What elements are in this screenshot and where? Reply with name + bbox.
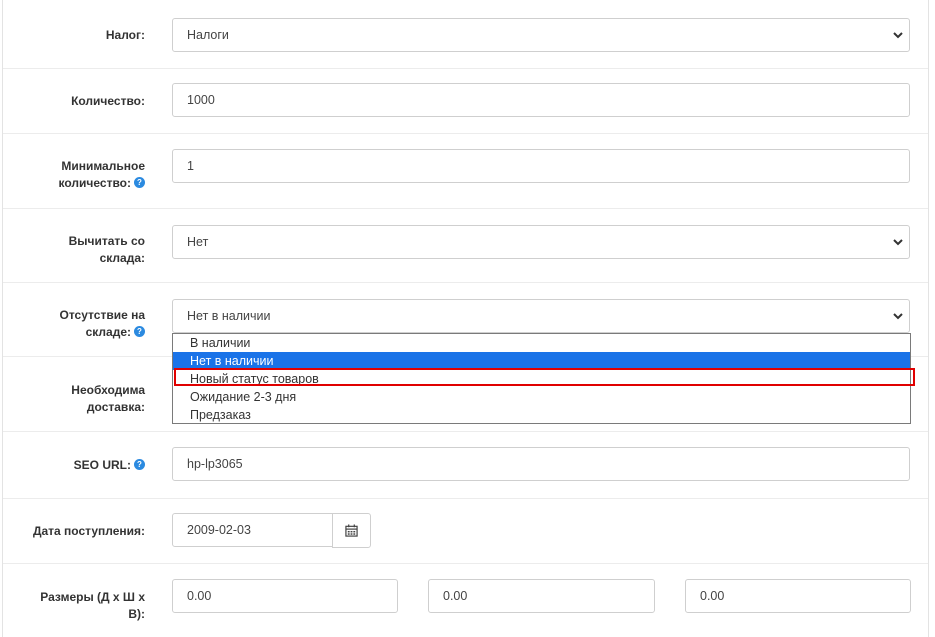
subtract-label-line2: склада:: [99, 251, 145, 265]
shipping-label-line1: Необходима: [71, 383, 145, 397]
calendar-button[interactable]: [332, 513, 371, 548]
min-quantity-label-line2: количество:: [58, 176, 131, 190]
dropdown-option[interactable]: Предзаказ: [173, 406, 910, 424]
out-of-stock-select-value: Нет в наличии: [187, 309, 271, 323]
quantity-label: Количество:: [71, 94, 145, 108]
height-input[interactable]: 0.00: [685, 579, 911, 613]
date-value: 2009-02-03: [187, 523, 251, 537]
dropdown-option-selected[interactable]: Нет в наличии: [173, 352, 910, 370]
min-quantity-value: 1: [187, 159, 194, 173]
width-value: 0.00: [443, 589, 468, 603]
shipping-label: Необходима доставка:: [71, 382, 145, 416]
dimensions-label-line2: В):: [128, 607, 145, 621]
tax-select-value: Налоги: [187, 28, 229, 42]
seo-label-text: SEO URL:: [73, 458, 131, 472]
date-input[interactable]: 2009-02-03: [172, 513, 333, 547]
out-of-stock-label: Отсутствие на складе:?: [59, 307, 146, 341]
dimensions-label: Размеры (Д х Ш х В):: [40, 589, 145, 623]
out-of-stock-select[interactable]: Нет в наличии: [172, 299, 910, 333]
seo-url-value: hp-lp3065: [187, 457, 243, 471]
width-input[interactable]: 0.00: [428, 579, 655, 613]
min-quantity-label-line1: Минимальное: [61, 159, 145, 173]
tax-select[interactable]: Налоги: [172, 18, 910, 52]
out-of-stock-label-line2: складе:: [85, 325, 131, 339]
length-value: 0.00: [187, 589, 212, 603]
length-input[interactable]: 0.00: [172, 579, 398, 613]
subtract-select[interactable]: Нет: [172, 225, 910, 259]
height-value: 0.00: [700, 589, 725, 603]
out-of-stock-dropdown-list: В наличии Нет в наличии Новый статус тов…: [172, 333, 911, 424]
calendar-icon: [345, 524, 358, 537]
subtract-label-line1: Вычитать со: [68, 234, 145, 248]
shipping-label-line2: доставка:: [86, 400, 145, 414]
date-label: Дата поступления:: [32, 524, 145, 538]
dropdown-option[interactable]: Ожидание 2-3 дня: [173, 388, 910, 406]
chevron-down-icon: [893, 313, 903, 320]
help-icon[interactable]: ?: [134, 177, 145, 189]
dimensions-label-line1: Размеры (Д х Ш х: [40, 590, 145, 604]
chevron-down-icon: [893, 239, 903, 246]
seo-url-input[interactable]: hp-lp3065: [172, 447, 910, 481]
min-quantity-input[interactable]: 1: [172, 149, 910, 183]
help-icon[interactable]: ?: [134, 459, 145, 471]
dropdown-option-highlighted[interactable]: Новый статус товаров: [173, 370, 910, 388]
min-quantity-label: Минимальное количество:?: [59, 158, 145, 192]
quantity-value: 1000: [187, 93, 215, 107]
help-icon[interactable]: ?: [134, 326, 145, 338]
seo-label: SEO URL:?: [74, 457, 145, 474]
quantity-input[interactable]: 1000: [172, 83, 910, 117]
date-row: Дата поступления:: [3, 498, 928, 564]
subtract-select-value: Нет: [187, 235, 209, 249]
dropdown-option[interactable]: В наличии: [173, 334, 910, 352]
tax-label: Налог:: [105, 28, 145, 42]
chevron-down-icon: [893, 32, 903, 39]
out-of-stock-label-line1: Отсутствие на: [59, 308, 146, 322]
subtract-label: Вычитать со склада:: [69, 233, 145, 267]
